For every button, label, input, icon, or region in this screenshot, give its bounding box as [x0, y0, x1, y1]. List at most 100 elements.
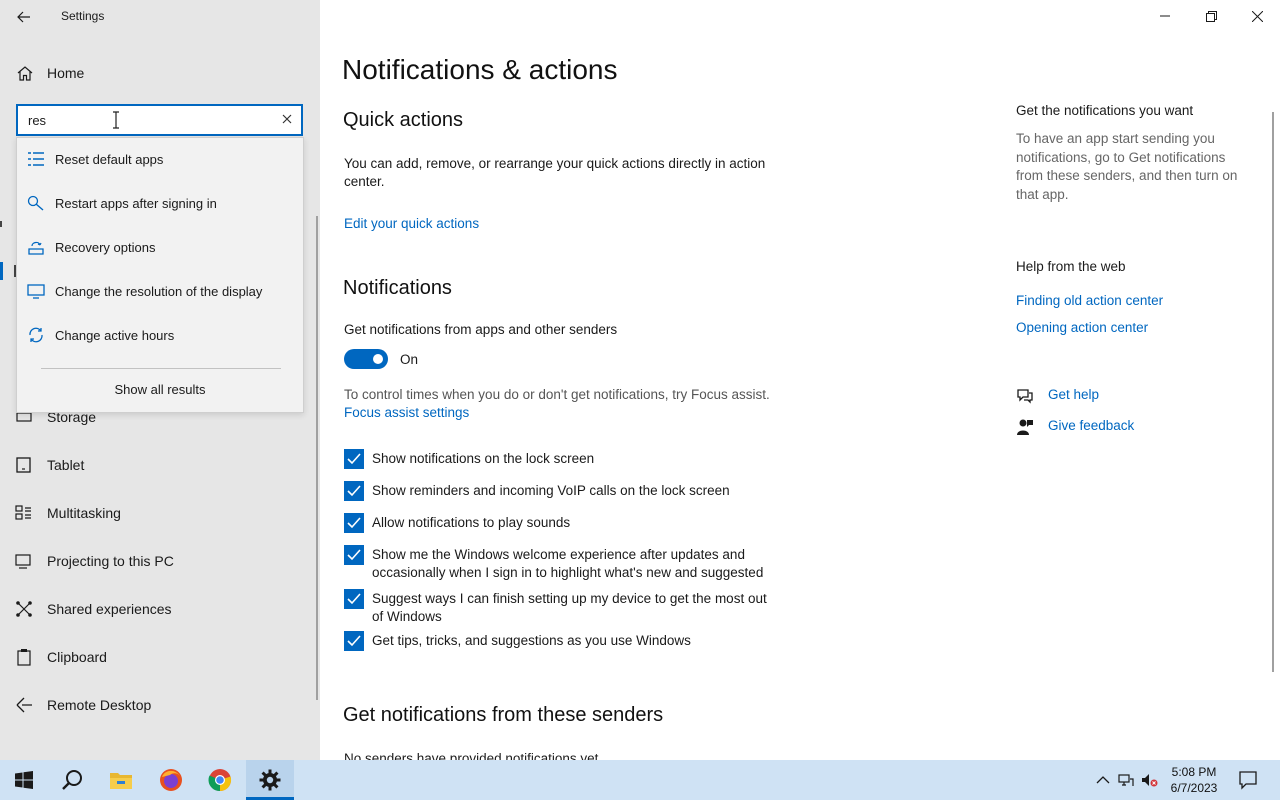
- senders-empty-text: No senders have provided notifications y…: [344, 751, 599, 760]
- suggestion-change-active-hours[interactable]: Change active hours: [17, 317, 303, 353]
- taskbar-clock[interactable]: 5:08 PM 6/7/2023: [1164, 764, 1224, 796]
- sidebar-item-tablet[interactable]: Tablet: [0, 445, 316, 485]
- suggestion-recovery-options[interactable]: Recovery options: [17, 229, 303, 265]
- search-icon: [62, 770, 82, 790]
- checkmark-icon: [347, 549, 361, 561]
- sidebar-item-label: Home: [47, 65, 85, 81]
- remote-desktop-icon: [16, 697, 32, 713]
- give-feedback-link[interactable]: Give feedback: [1048, 418, 1134, 433]
- taskbar-file-explorer[interactable]: [97, 760, 145, 800]
- key-search-icon: [27, 195, 44, 211]
- checkmark-icon: [347, 593, 361, 605]
- search-suggestions: Reset default apps Restart apps after si…: [16, 137, 304, 413]
- firefox-icon: [160, 769, 182, 791]
- multitasking-icon: [15, 505, 31, 520]
- help-heading: Help from the web: [1016, 259, 1126, 274]
- projector-icon: [15, 554, 31, 569]
- checkbox-label: Show me the Windows welcome experience a…: [372, 547, 764, 580]
- restore-button[interactable]: [1188, 0, 1234, 32]
- lock-screen-checkbox[interactable]: [344, 449, 364, 469]
- taskbar-firefox[interactable]: [147, 760, 195, 800]
- search-input[interactable]: res: [16, 104, 303, 136]
- sync-icon: [29, 327, 43, 343]
- suggestion-label: Reset default apps: [55, 152, 164, 167]
- suggestion-restart-apps[interactable]: Restart apps after signing in: [17, 185, 303, 221]
- checkmark-icon: [347, 517, 361, 529]
- suggestion-reset-default-apps[interactable]: Reset default apps: [17, 141, 303, 177]
- sidebar-item-remote-desktop[interactable]: Remote Desktop: [0, 685, 316, 725]
- minimize-button[interactable]: [1142, 0, 1188, 32]
- tips-tricks-checkbox[interactable]: [344, 631, 364, 651]
- checkbox-label: Allow notifications to play sounds: [372, 515, 571, 530]
- page-title: Notifications & actions: [342, 54, 618, 85]
- suggestion-label: Change active hours: [55, 328, 175, 343]
- sidebar-item-label: Shared experiences: [47, 601, 172, 617]
- taskbar: 5:08 PM 6/7/2023: [0, 760, 1280, 800]
- notifications-toggle[interactable]: [344, 349, 388, 369]
- taskbar-chrome[interactable]: [196, 760, 244, 800]
- notifications-toggle-label: Get notifications from apps and other se…: [344, 322, 618, 337]
- search-input-value: res: [28, 113, 47, 128]
- back-arrow-icon: [17, 11, 30, 23]
- focus-assist-settings-link[interactable]: Focus assist settings: [344, 405, 469, 420]
- restore-icon: [1205, 10, 1217, 22]
- minimize-icon: [1160, 15, 1170, 17]
- suggestion-label: Recovery options: [55, 240, 156, 255]
- suggestion-change-resolution[interactable]: Change the resolution of the display: [17, 273, 303, 309]
- sidebar-item-projecting[interactable]: Projecting to this PC: [0, 541, 316, 581]
- voip-reminders-checkbox[interactable]: [344, 481, 364, 501]
- finding-old-action-center-link[interactable]: Finding old action center: [1016, 293, 1163, 308]
- clock-time: 5:08 PM: [1171, 765, 1217, 779]
- selected-indicator: [0, 262, 3, 280]
- quick-actions-description-line-1: You can add, remove, or rearrange your q…: [344, 156, 766, 171]
- quick-actions-heading: Quick actions: [343, 109, 464, 131]
- toggle-knob: [373, 354, 383, 364]
- show-all-results-button[interactable]: Show all results: [17, 382, 303, 397]
- sidebar-item-label: Tablet: [47, 457, 85, 473]
- close-icon: [1251, 10, 1263, 22]
- taskbar-search-button[interactable]: [48, 760, 96, 800]
- back-button[interactable]: [12, 6, 36, 28]
- divider: [41, 368, 281, 369]
- recovery-drive-icon: [28, 241, 44, 255]
- home-icon: [17, 66, 33, 81]
- checkmark-icon: [347, 635, 361, 647]
- volume-muted-icon[interactable]: [1140, 771, 1158, 789]
- close-button[interactable]: [1234, 0, 1280, 32]
- checkbox-label: Show reminders and incoming VoIP calls o…: [372, 483, 730, 498]
- action-center-icon[interactable]: [1238, 770, 1258, 790]
- sidebar-item-shared-experiences[interactable]: Shared experiences: [0, 589, 316, 629]
- sidebar-item-label: Clipboard: [47, 649, 107, 665]
- play-sounds-checkbox[interactable]: [344, 513, 364, 533]
- window-controls: [1142, 0, 1280, 32]
- network-icon[interactable]: [1117, 771, 1135, 789]
- checkbox-label: Suggest ways I can finish setting up my …: [372, 591, 767, 624]
- sidebar-item-clipboard[interactable]: Clipboard: [0, 637, 316, 677]
- edit-quick-actions-link[interactable]: Edit your quick actions: [344, 216, 479, 231]
- app-title: Settings: [61, 9, 105, 23]
- chrome-icon: [208, 769, 232, 792]
- sidebar-scrollbar[interactable]: [316, 216, 318, 700]
- text-cursor-icon: [113, 111, 119, 129]
- clipboard-icon: [17, 649, 31, 666]
- sidebar: Settings Home res Storage Tablet Multita…: [0, 0, 320, 760]
- sidebar-item-multitasking[interactable]: Multitasking: [0, 493, 316, 533]
- clear-search-button[interactable]: [280, 112, 294, 126]
- senders-heading: Get notifications from these senders: [343, 704, 664, 726]
- get-help-icon: [1017, 389, 1033, 404]
- clock-date: 6/7/2023: [1170, 781, 1218, 795]
- show-hidden-icons-chevron-icon[interactable]: [1094, 771, 1112, 789]
- start-button[interactable]: [0, 760, 48, 800]
- sidebar-item-home[interactable]: Home: [0, 56, 320, 90]
- file-explorer-icon: [110, 773, 132, 789]
- taskbar-settings[interactable]: [246, 760, 294, 800]
- finish-setup-checkbox[interactable]: [344, 589, 364, 609]
- sidebar-item-label: Projecting to this PC: [47, 553, 174, 569]
- tablet-icon: [16, 457, 31, 473]
- get-help-link[interactable]: Get help: [1048, 387, 1099, 402]
- opening-action-center-link[interactable]: Opening action center: [1016, 320, 1148, 335]
- list-settings-icon: [28, 152, 44, 166]
- welcome-experience-checkbox[interactable]: [344, 545, 364, 565]
- main-scrollbar[interactable]: [1272, 112, 1274, 672]
- info-text: To have an app start sending you notific…: [1016, 131, 1238, 202]
